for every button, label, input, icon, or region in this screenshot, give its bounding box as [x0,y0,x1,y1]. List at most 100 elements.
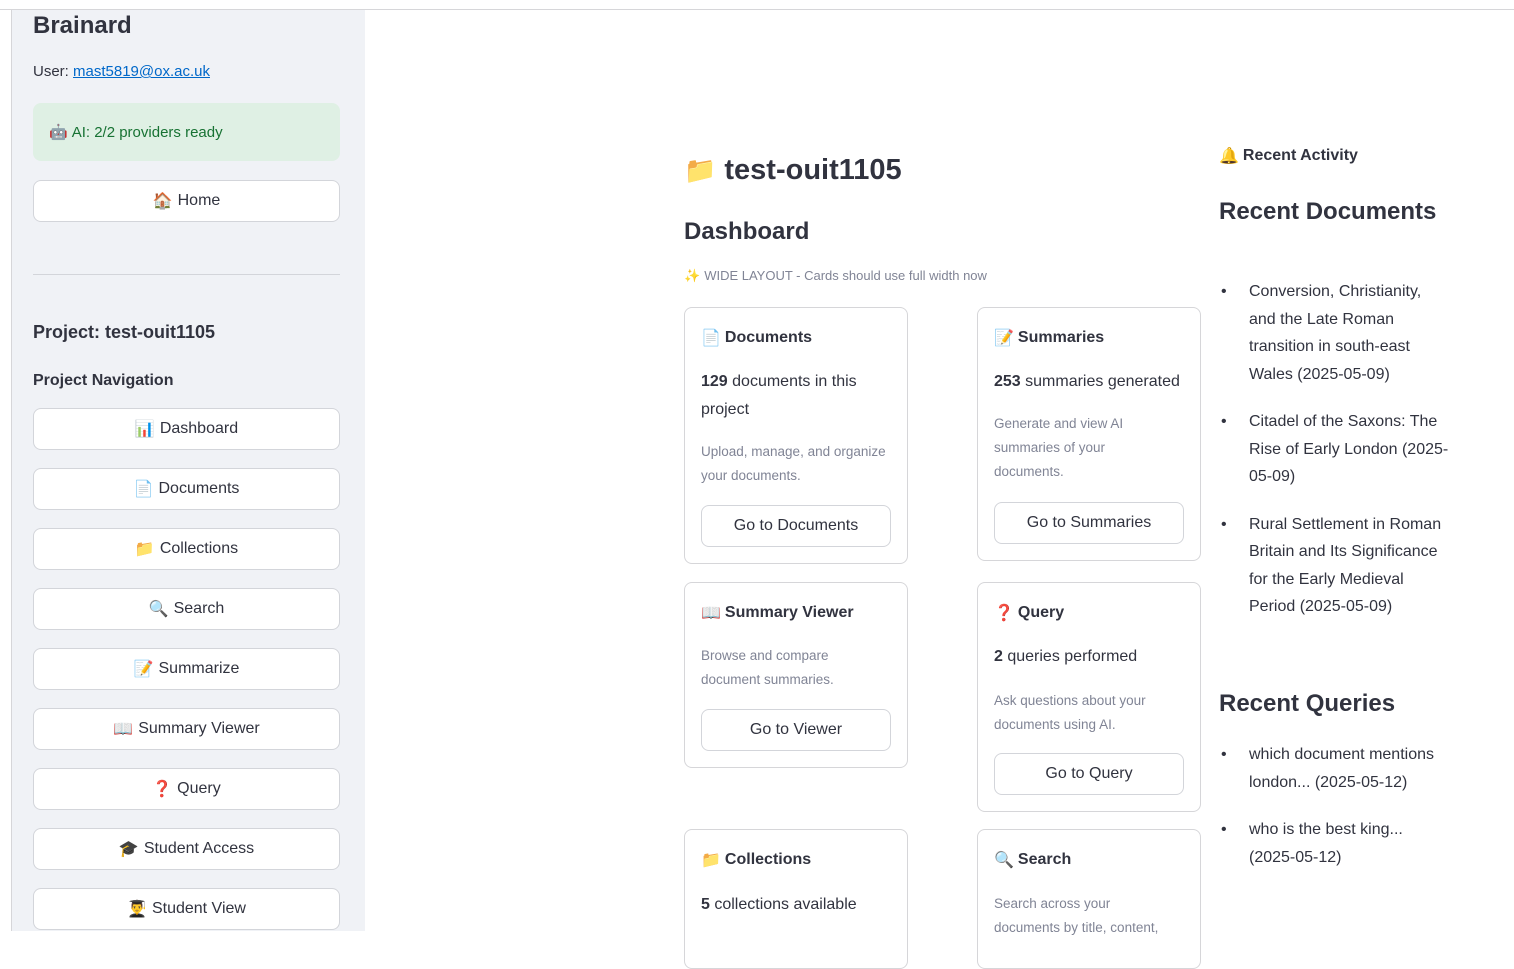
card-title-text: Summaries [1017,329,1105,346]
sidebar-item-label: Collections [159,540,239,557]
sidebar-item-student-view[interactable]: 👨‍🎓 Student View [33,888,340,930]
stat-number: 253 [994,373,1021,390]
folder-icon: 📁 [134,541,155,558]
sidebar-item-query[interactable]: ❓ Query [33,768,340,810]
document-icon: 📄 [133,481,154,498]
dashboard-heading: Dashboard [684,218,810,245]
sidebar-item-label: Dashboard [159,420,239,437]
sidebar-divider [33,274,340,275]
sidebar-item-documents[interactable]: 📄 Documents [33,468,340,510]
sidebar-item-label: Student View [151,900,246,917]
stat-number: 129 [701,373,728,390]
recent-document-item: Rural Settlement in Roman Britain and It… [1219,511,1449,621]
folder-icon: 📁 [684,155,717,185]
sparkles-icon: ✨ [684,268,701,283]
card-title: 📄 Documents [701,328,812,348]
sidebar-item-label: Documents [158,480,240,497]
sidebar: Brainard User: mast5819@ox.ac.uk 🤖 AI: 2… [12,10,365,931]
recent-query-item: which document mentions london... (2025-… [1219,741,1449,796]
memo-icon: 📝 [133,661,154,678]
sidebar-item-label: Search [173,600,225,617]
user-label: User: [33,63,74,80]
ai-status-banner: 🤖 AI: 2/2 providers ready [33,103,340,161]
sidebar-item-collections[interactable]: 📁 Collections [33,528,340,570]
card-description: Search across your documents by title, c… [994,896,1159,935]
ai-status-text: AI: 2/2 providers ready [71,123,223,141]
project-navigation-heading: Project Navigation [33,372,174,389]
recent-activity-label: Recent Activity [1242,147,1358,164]
card-title: 📝 Summaries [994,328,1104,348]
card-title-text: Collections [724,851,812,868]
sidebar-item-summary-viewer[interactable]: 📖 Summary Viewer [33,708,340,750]
sidebar-item-label: Student Access [143,840,255,857]
memo-icon: 📝 [994,330,1014,347]
wide-layout-note: ✨ WIDE LAYOUT - Cards should use full wid… [684,268,987,284]
sidebar-item-label: Summary Viewer [138,720,260,737]
card-title: 📖 Summary Viewer [701,603,854,623]
go-to-summaries-button[interactable]: Go to Summaries [994,502,1184,544]
go-to-viewer-button[interactable]: Go to Viewer [701,709,891,751]
card-title: ❓ Query [994,603,1064,623]
document-icon: 📄 [701,330,721,347]
app-title: Brainard [33,12,132,39]
home-button-label: Home [177,192,221,209]
home-button[interactable]: 🏠 Home [33,180,340,222]
card-description: Browse and compare document summaries. [701,648,834,687]
card-title: 📁 Collections [701,850,811,870]
recent-queries-heading: Recent Queries [1219,690,1396,717]
summary-viewer-card: 📖 Summary Viewer Browse and compare docu… [684,582,908,768]
stat-text: collections available [709,896,857,913]
collections-card: 📁 Collections 5 collections available [684,829,908,969]
page-title-text: test-ouit1105 [724,154,902,186]
recent-document-item: Citadel of the Saxons: The Rise of Early… [1219,408,1449,491]
sidebar-item-dashboard[interactable]: 📊 Dashboard [33,408,340,450]
recent-documents-list: Conversion, Christianity, and the Late R… [1219,278,1449,641]
recent-documents-heading: Recent Documents [1219,198,1437,225]
stat-number: 2 [994,648,1003,665]
user-email-link[interactable]: mast5819@ox.ac.uk [73,63,210,80]
wide-layout-text: WIDE LAYOUT - Cards should use full widt… [704,268,987,283]
card-stat: 129 documents in this project [701,368,896,424]
recent-activity-heading: 🔔 Recent Activity [1219,146,1358,166]
recent-query-item: who is the best king... (2025-05-12) [1219,816,1449,871]
card-stat: 5 collections available [701,891,896,919]
sidebar-item-summarize[interactable]: 📝 Summarize [33,648,340,690]
card-title-text: Query [1017,604,1065,621]
sidebar-item-student-access[interactable]: 🎓 Student Access [33,828,340,870]
sidebar-item-search[interactable]: 🔍 Search [33,588,340,630]
bar-chart-icon: 📊 [134,421,155,438]
user-line: User: mast5819@ox.ac.uk [33,63,210,80]
page-title: 📁 test-ouit1105 [684,154,902,187]
robot-icon: 🤖 [49,124,68,141]
stat-text: summaries generated [1020,373,1180,390]
card-stat: 2 queries performed [994,643,1189,671]
graduation-cap-icon: 🎓 [118,841,139,858]
open-book-icon: 📖 [701,605,721,622]
card-description: Generate and view AI summaries of your d… [994,416,1124,479]
card-stat: 253 summaries generated [994,368,1189,396]
student-icon: 👨‍🎓 [127,901,147,918]
go-to-query-button[interactable]: Go to Query [994,753,1184,795]
sidebar-item-label: Summarize [158,660,240,677]
project-label: Project: test-ouit1105 [33,322,216,342]
stat-number: 5 [701,896,710,913]
stat-text: queries performed [1002,648,1138,665]
card-title-text: Documents [724,329,813,346]
sidebar-item-label: Query [177,780,221,797]
question-mark-icon: ❓ [152,781,173,798]
bell-icon: 🔔 [1219,148,1239,165]
card-title-text: Search [1017,851,1072,868]
card-title: 🔍 Search [994,850,1071,870]
documents-card: 📄 Documents 129 documents in this projec… [684,307,908,564]
go-to-documents-button[interactable]: Go to Documents [701,505,891,547]
magnifier-icon: 🔍 [994,852,1014,869]
card-title-text: Summary Viewer [724,604,854,621]
recent-queries-list: which document mentions london... (2025-… [1219,741,1449,891]
card-description: Upload, manage, and organize your docume… [701,444,886,483]
card-description: Ask questions about your documents using… [994,693,1146,732]
query-card: ❓ Query 2 queries performed Ask question… [977,582,1201,812]
summaries-card: 📝 Summaries 253 summaries generated Gene… [977,307,1201,561]
folder-icon: 📁 [701,852,721,869]
question-mark-icon: ❓ [994,605,1014,622]
house-icon: 🏠 [152,193,173,210]
